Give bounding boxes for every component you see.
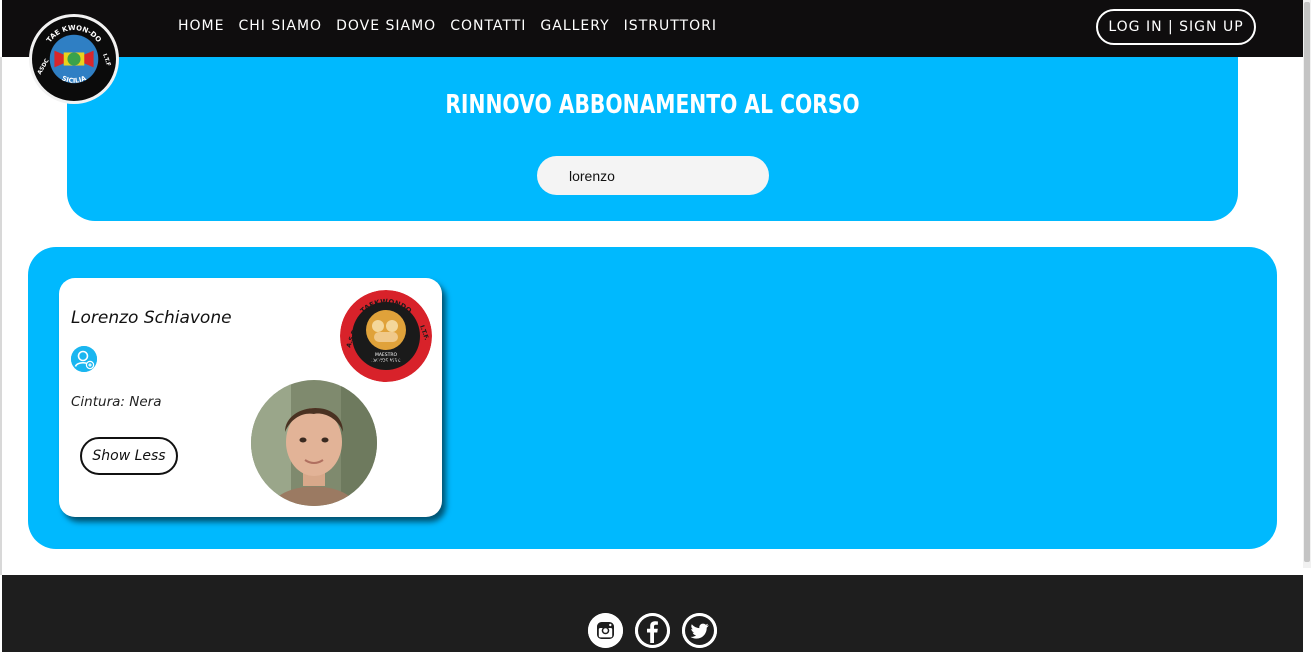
page-title: RINNOVO ABBONAMENTO AL CORSO [445, 90, 860, 120]
nav-home[interactable]: HOME [178, 18, 224, 34]
nav-chi-siamo[interactable]: CHI SIAMO [238, 18, 322, 34]
search-input[interactable] [537, 156, 769, 195]
member-avatar [251, 380, 377, 506]
nav-dove-siamo[interactable]: DOVE SIAMO [336, 18, 436, 34]
show-less-button[interactable]: Show Less [80, 437, 178, 475]
login-signup-button[interactable]: LOG IN | SIGN UP [1096, 9, 1256, 45]
member-name: Lorenzo Schiavone [71, 308, 232, 328]
footer [2, 575, 1303, 652]
facebook-icon[interactable] [635, 613, 670, 648]
user-add-icon[interactable] [71, 346, 97, 372]
top-navbar: HOME CHI SIAMO DOVE SIAMO CONTATTI GALLE… [2, 0, 1303, 57]
nav-istruttori[interactable]: ISTRUTTORI [624, 18, 717, 34]
nav-contatti[interactable]: CONTATTI [450, 18, 526, 34]
badge-text-mid: MAESTRO [375, 352, 398, 358]
page-border [0, 57, 2, 575]
social-links [588, 613, 717, 648]
club-badge-icon: TAEKWONDO MAESTRO DAVIDE NIBB CATANIA A.… [340, 290, 432, 382]
nav-gallery[interactable]: GALLERY [540, 18, 609, 34]
club-logo[interactable]: TAE KWON-DO SICILIA ASDC I.T.F [29, 14, 119, 104]
results-panel: Lorenzo Schiavone Cintura: Nera Show Les… [28, 247, 1277, 549]
instagram-icon[interactable] [588, 613, 623, 648]
main-nav: HOME CHI SIAMO DOVE SIAMO CONTATTI GALLE… [178, 18, 731, 34]
belt-label: Cintura: Nera [71, 394, 162, 410]
scrollbar-thumb[interactable] [1304, 2, 1310, 562]
twitter-icon[interactable] [682, 613, 717, 648]
member-card: Lorenzo Schiavone Cintura: Nera Show Les… [59, 278, 442, 517]
renewal-header: RINNOVO ABBONAMENTO AL CORSO [67, 57, 1238, 221]
